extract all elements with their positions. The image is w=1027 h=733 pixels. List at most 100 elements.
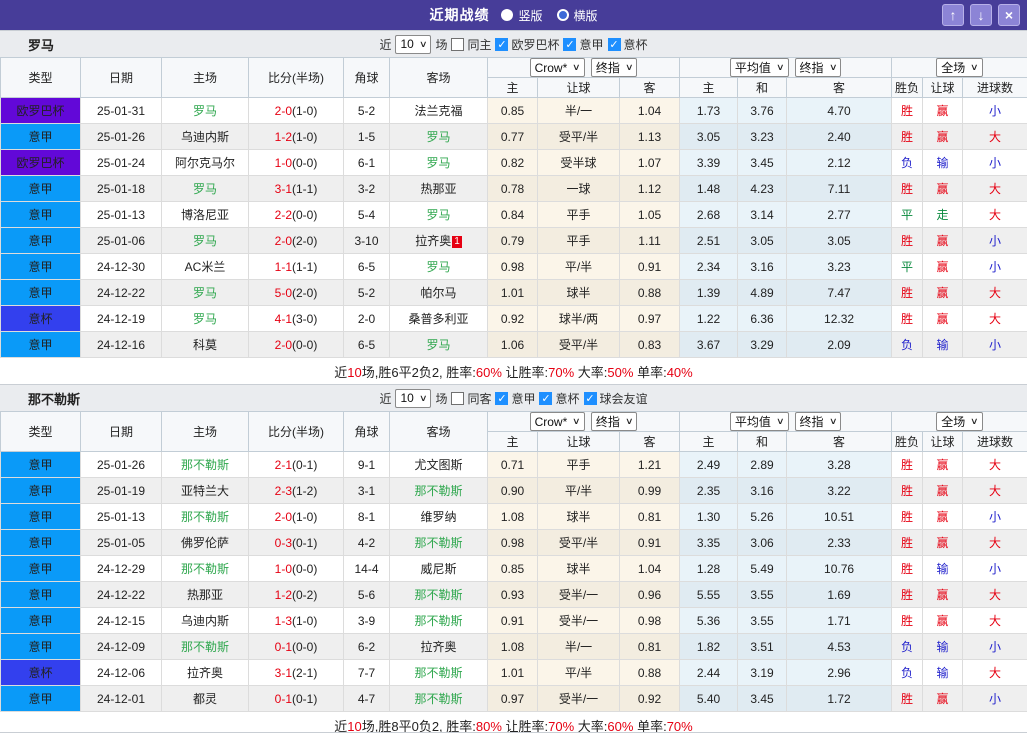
match-type-cell: 意杯	[1, 306, 81, 332]
avg-draw-cell: 5.49	[738, 556, 787, 582]
result-wdl-cell: 胜	[892, 582, 923, 608]
checkbox-unchecked-icon	[451, 392, 464, 405]
fulltime-select[interactable]: 全场∨	[936, 412, 983, 431]
sub-header-7: 让球	[923, 78, 963, 98]
checkbox-league-0[interactable]: ✓意甲	[495, 390, 535, 407]
corner-cell: 4-7	[344, 686, 390, 712]
handicap-cell: 平/半	[538, 660, 620, 686]
checkbox-league-1[interactable]: ✓意甲	[563, 36, 603, 53]
result-wdl-cell: 胜	[892, 176, 923, 202]
avg-away-cell: 2.96	[787, 660, 892, 686]
average-select[interactable]: 平均值∨	[730, 412, 789, 431]
match-date-cell: 25-01-13	[81, 202, 162, 228]
section-roma: 罗马近10∨场同主✓欧罗巴杯✓意甲✓意杯类型日期主场比分(半场)角球客场Crow…	[0, 30, 1027, 384]
recent-count-select[interactable]: 10∨	[395, 35, 431, 54]
avg-away-cell: 10.51	[787, 504, 892, 530]
handicap-cell: 受半球	[538, 150, 620, 176]
handicap-cell: 球半	[538, 280, 620, 306]
result-text: 小	[989, 338, 1001, 352]
match-date-cell: 24-12-16	[81, 332, 162, 358]
bookmaker-select[interactable]: Crow*∨	[530, 412, 585, 431]
avg-home-cell: 2.44	[680, 660, 738, 686]
away-team-name: 帕尔马	[420, 286, 456, 300]
checkbox-checked-icon: ✓	[495, 392, 508, 405]
avg-home-cell: 1.73	[680, 98, 738, 124]
odds-time-select[interactable]: 终指∨	[591, 58, 638, 77]
home-team-name: 罗马	[193, 182, 217, 196]
match-type-cell: 意甲	[1, 280, 81, 306]
bookmaker-select[interactable]: Crow*∨	[530, 58, 585, 77]
radio-layout-option-1[interactable]: 横版	[557, 7, 598, 24]
avg-draw-cell: 4.23	[738, 176, 787, 202]
select-value: Crow*	[535, 415, 568, 429]
result-handicap-cell: 赢	[923, 306, 963, 332]
match-date-cell: 25-01-24	[81, 150, 162, 176]
corner-cell: 8-1	[344, 504, 390, 530]
result-wdl-cell: 胜	[892, 478, 923, 504]
sub-header-8: 进球数	[963, 78, 1027, 98]
handicap-cell: 球半	[538, 556, 620, 582]
match-type-cell: 意甲	[1, 582, 81, 608]
match-row: 意甲25-01-06罗马2-0(2-0)3-10拉齐奥10.79平手1.112.…	[1, 228, 1027, 254]
sub-header-7: 让球	[923, 432, 963, 452]
handicap-cell: 受半/一	[538, 608, 620, 634]
checkbox-same-venue[interactable]: 同主	[451, 36, 491, 53]
home-team-name: 罗马	[193, 286, 217, 300]
move-down-button[interactable]: ↓	[970, 4, 992, 26]
fulltime-dropdown: 全场∨	[892, 58, 1027, 77]
score-cell: 2-3(1-2)	[249, 478, 344, 504]
radio-layout-option-0[interactable]: 竖版	[501, 7, 542, 24]
checkbox-league-1[interactable]: ✓意杯	[539, 390, 579, 407]
match-row: 欧罗巴杯25-01-31罗马2-0(1-0)5-2法兰克福0.85半/一1.04…	[1, 98, 1027, 124]
halftime-score: (1-2)	[292, 484, 317, 498]
result-text: 胜	[901, 484, 913, 498]
match-date-cell: 24-12-29	[81, 556, 162, 582]
match-type-cell: 欧罗巴杯	[1, 150, 81, 176]
col-header-1: 日期	[81, 412, 162, 452]
result-text: 大	[989, 286, 1001, 300]
fulltime-score: 3-1	[275, 182, 292, 196]
select-value: 全场	[941, 59, 965, 76]
result-text: 小	[989, 562, 1001, 576]
avg-away-cell: 3.22	[787, 478, 892, 504]
move-up-button[interactable]: ↑	[942, 4, 964, 26]
odds-group-crown: Crow*∨ 终指∨	[488, 58, 680, 78]
result-text: 平	[901, 260, 913, 274]
average-time-select[interactable]: 终指∨	[795, 412, 842, 431]
avg-draw-cell: 4.89	[738, 280, 787, 306]
team-name: 罗马	[28, 35, 54, 54]
recent-count-select[interactable]: 10∨	[395, 389, 431, 408]
checkbox-league-0[interactable]: ✓欧罗巴杯	[495, 36, 559, 53]
halftime-score: (1-0)	[292, 130, 317, 144]
home-team-cell: 那不勒斯	[162, 634, 249, 660]
odds-time-select[interactable]: 终指∨	[591, 412, 638, 431]
away-team-name: 威尼斯	[420, 562, 456, 576]
odds-home-cell: 0.79	[488, 228, 538, 254]
average-time-select[interactable]: 终指∨	[795, 58, 842, 77]
away-team-cell: 那不勒斯	[390, 686, 488, 712]
handicap-cell: 平/半	[538, 254, 620, 280]
summary-segment: 10	[347, 365, 361, 380]
chevron-down-icon: ∨	[419, 39, 428, 50]
close-button[interactable]: ×	[998, 4, 1020, 26]
checkbox-league-2[interactable]: ✓意杯	[608, 36, 648, 53]
sub-header-0: 主	[488, 432, 538, 452]
odds-home-cell: 0.85	[488, 98, 538, 124]
score-cell: 0-3(0-1)	[249, 530, 344, 556]
checkbox-league-2[interactable]: ✓球会友谊	[584, 390, 648, 407]
sections-container: 罗马近10∨场同主✓欧罗巴杯✓意甲✓意杯类型日期主场比分(半场)角球客场Crow…	[0, 30, 1027, 733]
odds-away-cell: 0.99	[620, 478, 680, 504]
halftime-score: (0-0)	[292, 562, 317, 576]
away-team-cell: 法兰克福	[390, 98, 488, 124]
close-icon: ×	[1005, 8, 1013, 22]
match-date-cell: 25-01-06	[81, 228, 162, 254]
checkbox-same-venue[interactable]: 同客	[451, 390, 491, 407]
average-select[interactable]: 平均值∨	[730, 58, 789, 77]
match-row: 意甲25-01-26那不勒斯2-1(0-1)9-1尤文图斯0.71平手1.212…	[1, 452, 1027, 478]
fulltime-score: 2-2	[275, 208, 292, 222]
fulltime-select[interactable]: 全场∨	[936, 58, 983, 77]
away-team-name: 拉齐奥	[415, 234, 451, 248]
match-row: 意甲24-12-22热那亚1-2(0-2)5-6那不勒斯0.93受半/一0.96…	[1, 582, 1027, 608]
sub-header-1: 让球	[538, 432, 620, 452]
result-goals-cell: 大	[963, 582, 1027, 608]
